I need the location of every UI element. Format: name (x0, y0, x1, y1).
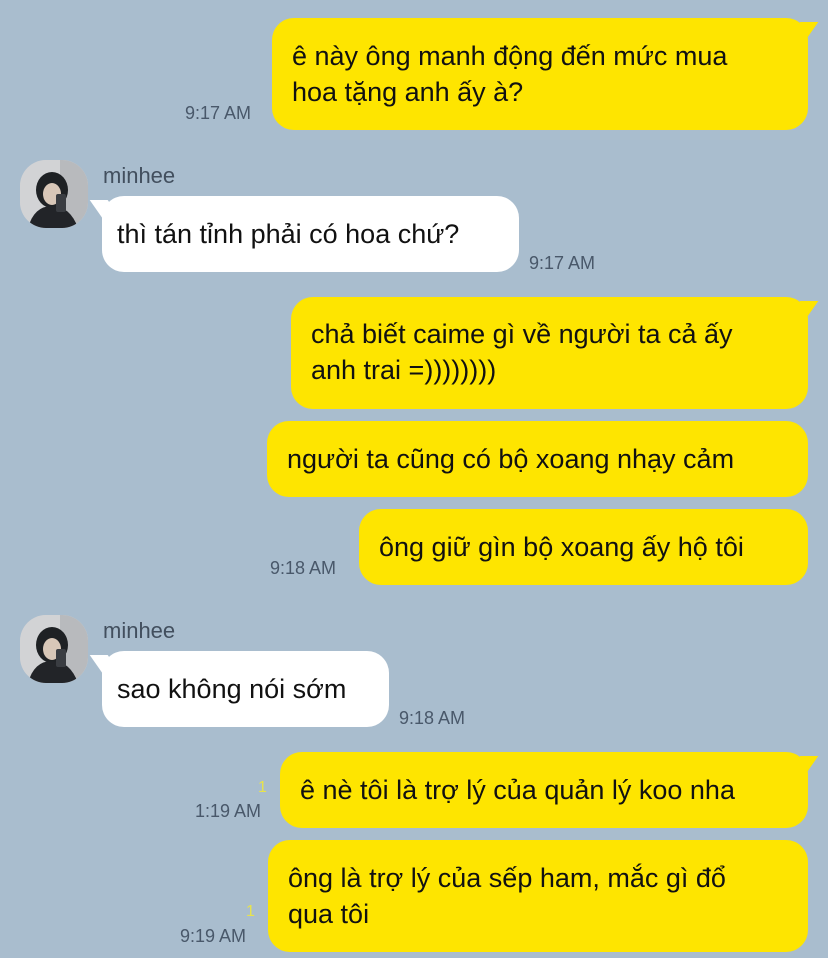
avatar[interactable] (20, 615, 88, 683)
message-line: chả biết caime gì về người ta cả ấy (311, 319, 733, 349)
message-line: anh trai =)))))))) (311, 355, 497, 385)
message-time: 9:19 AM (180, 926, 247, 946)
message-time: 9:17 AM (185, 103, 252, 123)
message-time: 9:17 AM (529, 253, 596, 273)
message-bubble-outgoing[interactable]: chả biết caime gì về người ta cả ấy anh … (291, 297, 808, 409)
message-time: 9:18 AM (399, 708, 466, 728)
message-bubble-incoming[interactable]: thì tán tỉnh phải có hoa chứ? (102, 196, 519, 272)
message-line: hoa tặng anh ấy à? (292, 77, 524, 107)
sender-name: minhee (103, 618, 176, 643)
message-time: 1:19 AM (195, 801, 262, 821)
avatar-photo-icon (20, 160, 88, 228)
message-line: ông là trợ lý của sếp ham, mắc gì đổ (288, 863, 726, 893)
message-bubble-outgoing[interactable]: ê này ông manh động đến mức mua hoa tặng… (272, 18, 808, 130)
message-line: người ta cũng có bộ xoang nhạy cảm (287, 444, 735, 474)
message-line: thì tán tỉnh phải có hoa chứ? (117, 219, 460, 249)
avatar[interactable] (20, 160, 88, 228)
message-bubble-incoming[interactable]: sao không nói sớm (102, 651, 389, 727)
message-line: ông giữ gìn bộ xoang ấy hộ tôi (379, 532, 744, 562)
message-bubble-outgoing[interactable]: ông giữ gìn bộ xoang ấy hộ tôi (359, 509, 808, 585)
unread-count: 1 (246, 903, 255, 920)
message-line: ê này ông manh động đến mức mua (292, 41, 728, 71)
message-time: 9:18 AM (270, 558, 337, 578)
avatar-photo-icon (20, 615, 88, 683)
message-line: sao không nói sớm (117, 674, 347, 704)
message-line: qua tôi (288, 899, 370, 929)
message-line: ê nè tôi là trợ lý của quản lý koo nha (300, 775, 735, 805)
sender-name: minhee (103, 163, 176, 188)
message-bubble-outgoing[interactable]: ông là trợ lý của sếp ham, mắc gì đổ qua… (268, 840, 808, 952)
chat-thread[interactable]: ê này ông manh động đến mức mua hoa tặng… (0, 0, 828, 958)
message-bubble-outgoing[interactable]: ê nè tôi là trợ lý của quản lý koo nha (280, 752, 808, 828)
message-bubble-outgoing[interactable]: người ta cũng có bộ xoang nhạy cảm (267, 421, 808, 497)
unread-count: 1 (258, 779, 267, 796)
